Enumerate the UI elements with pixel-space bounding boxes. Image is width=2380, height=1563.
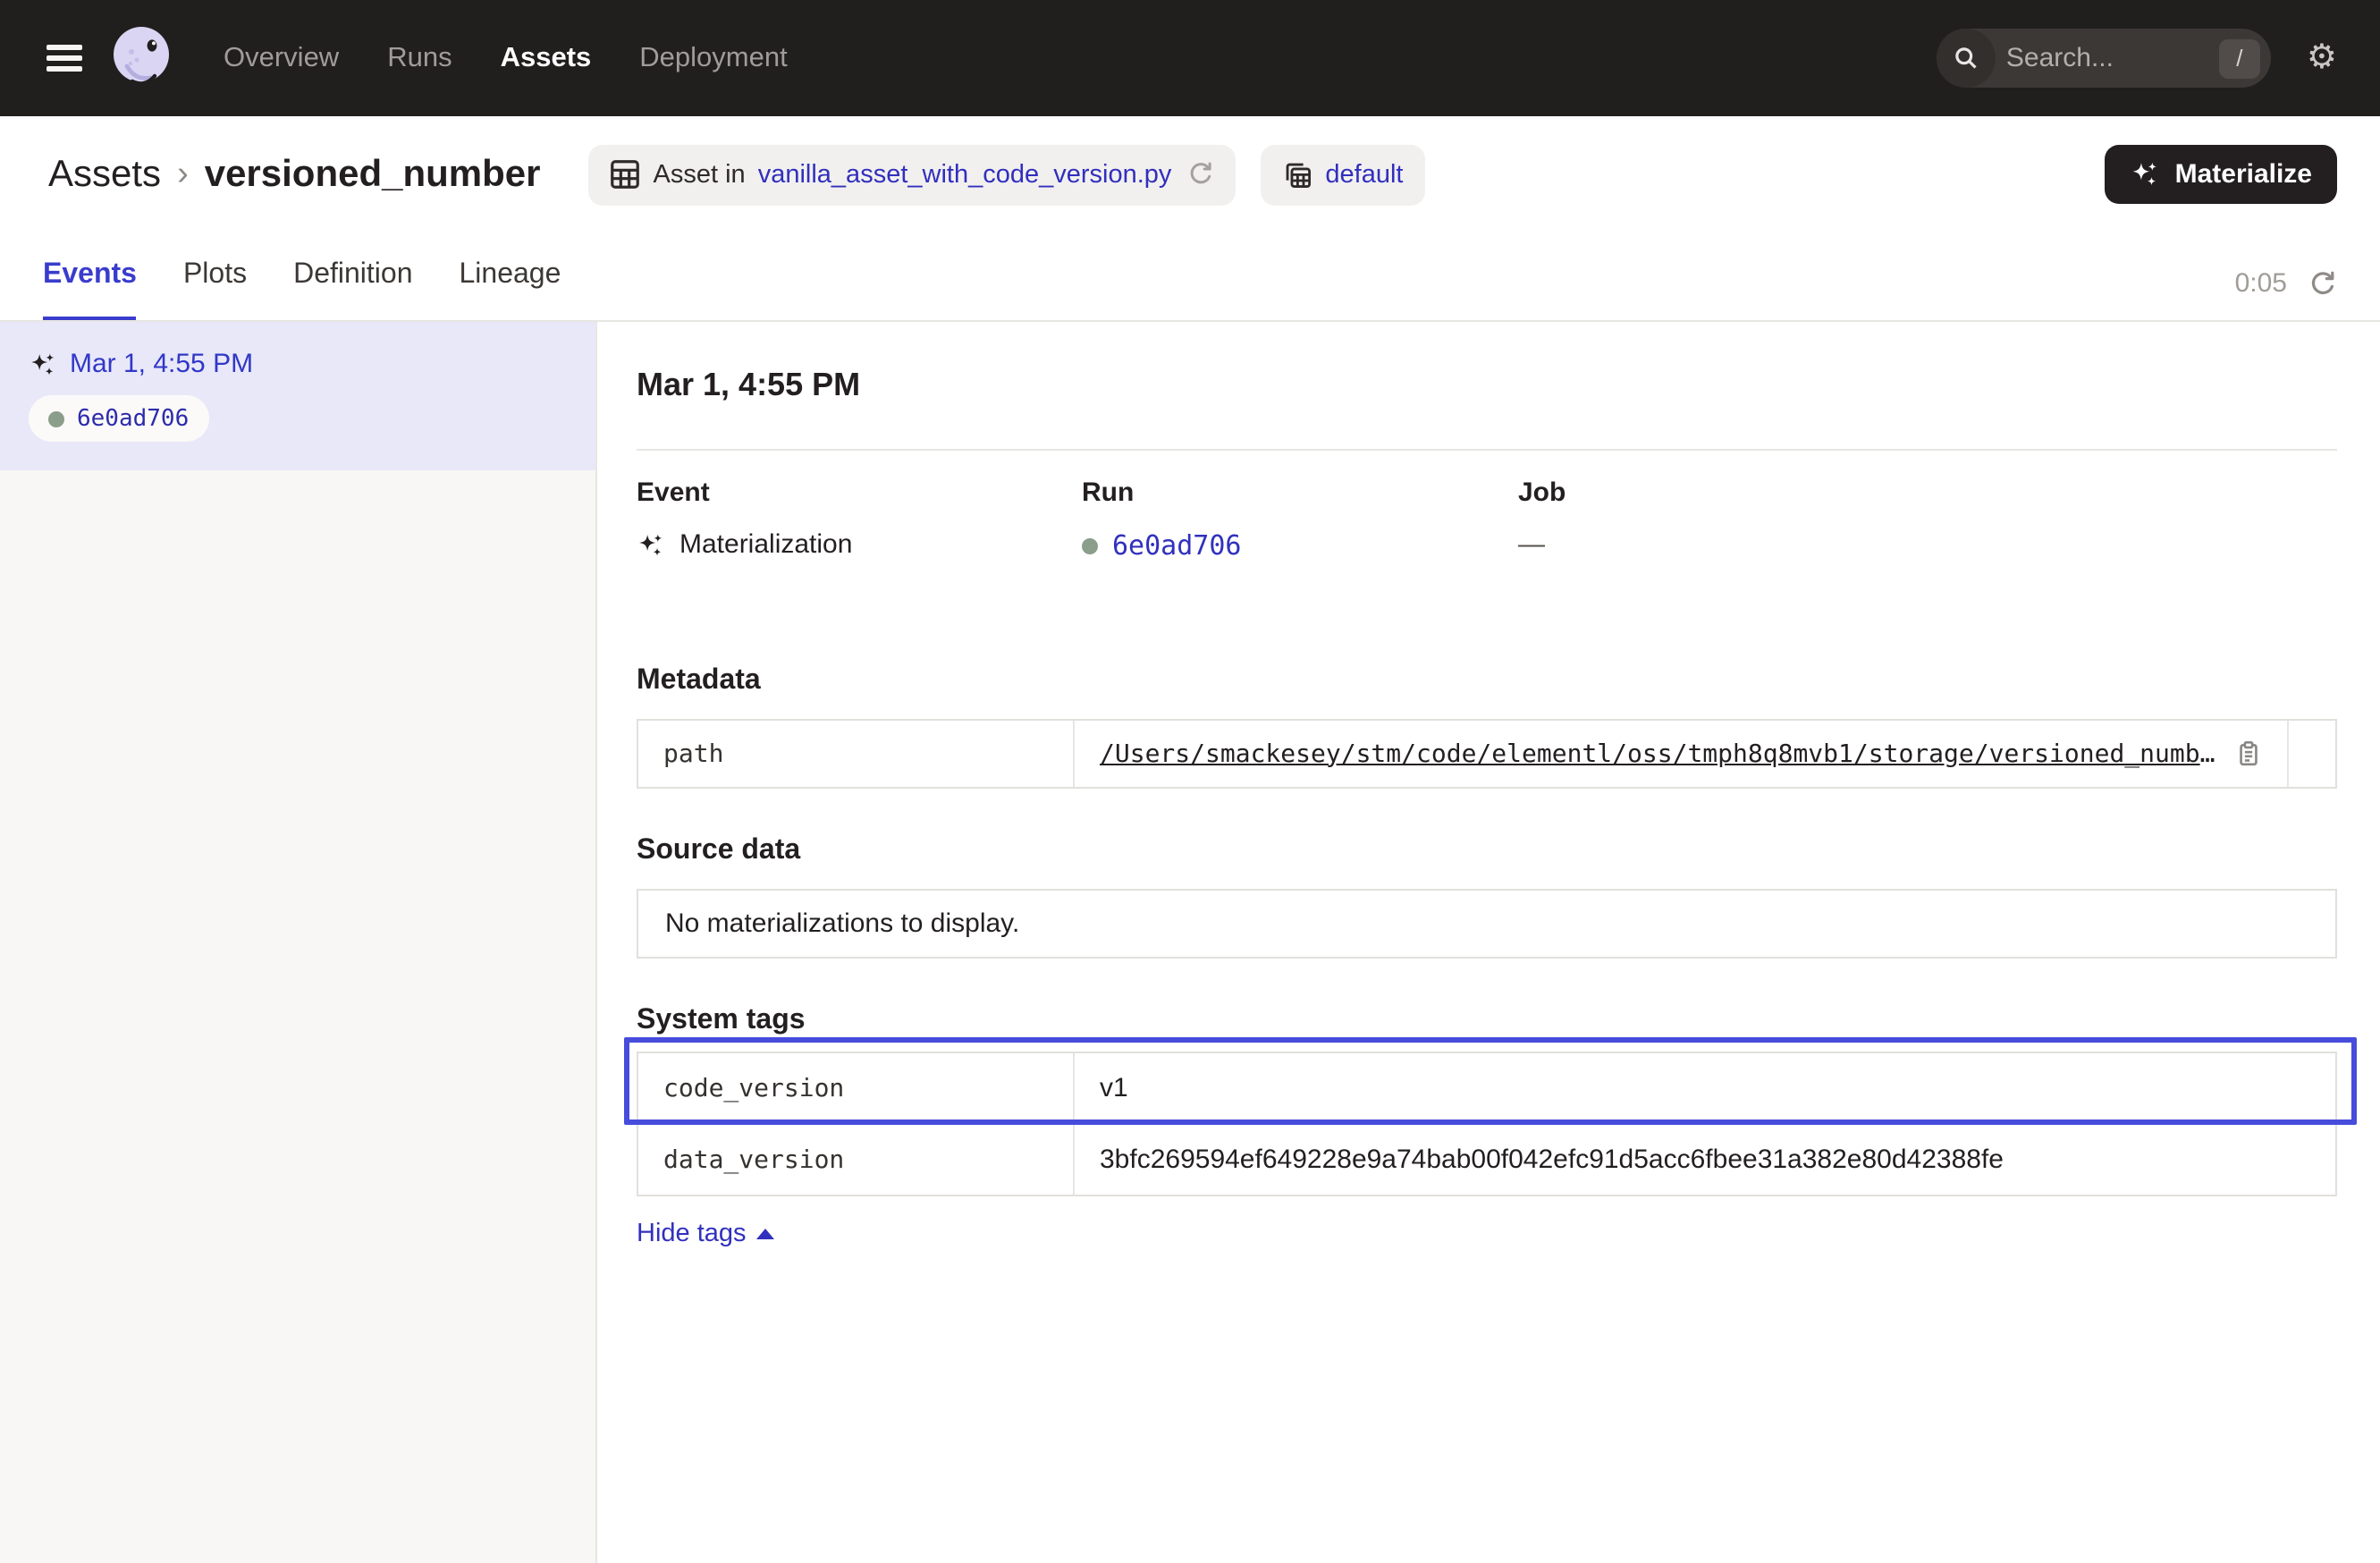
source-data-empty-box: No materializations to display. [637, 889, 2337, 959]
hamburger-menu-icon[interactable] [46, 45, 82, 72]
repository-chip: default [1261, 144, 1424, 205]
table-row-data-version: data_version 3bfc269594ef649228e9a74bab0… [638, 1123, 2335, 1195]
refresh-countdown: 0:05 [2235, 268, 2287, 299]
nav-item-assets[interactable]: Assets [501, 0, 592, 116]
metadata-section: Metadata path /Users/smackesey/stm/code/… [637, 665, 2337, 789]
event-detail-panel: Mar 1, 4:55 PM Event Materialization [597, 322, 2380, 1563]
nav-item-deployment[interactable]: Deployment [639, 0, 787, 116]
search-icon [1937, 29, 1996, 88]
divider [637, 449, 2337, 451]
settings-gear-icon[interactable]: ⚙ [2307, 41, 2337, 75]
metadata-end-cell [2289, 721, 2335, 787]
source-data-heading: Source data [637, 835, 2337, 867]
tag-value: v1 [1075, 1053, 2335, 1123]
job-column: Job — [1518, 477, 2337, 562]
materialization-sparkle-icon [637, 530, 665, 559]
run-column-label: Run [1082, 477, 1518, 508]
reload-definition-icon[interactable] [1187, 161, 1214, 188]
nav-links: Overview Runs Assets Deployment [224, 0, 788, 116]
breadcrumb-assets-link[interactable]: Assets [48, 153, 161, 196]
system-tags-section: System tags code_version v1 data_version… [637, 1005, 2337, 1250]
run-id-link[interactable]: 6e0ad706 [1112, 529, 1242, 562]
refresh-status: 0:05 [2235, 268, 2337, 320]
materialize-button-label: Materialize [2175, 159, 2312, 190]
top-nav: Overview Runs Assets Deployment / ⚙ [0, 0, 2380, 116]
job-empty-value: — [1518, 529, 1545, 560]
events-sidebar: Mar 1, 4:55 PM 6e0ad706 [0, 322, 597, 1563]
metadata-table: path /Users/smackesey/stm/code/elementl/… [637, 719, 2337, 789]
caret-up-icon [757, 1229, 775, 1239]
breadcrumb-asset-name: versioned_number [205, 153, 541, 196]
copy-path-icon[interactable] [2235, 740, 2262, 767]
metadata-value-cell: /Users/smackesey/stm/code/elementl/oss/t… [1075, 721, 2289, 787]
event-summary-grid: Event Materialization Run [637, 477, 2337, 562]
tag-key: code_version [638, 1053, 1075, 1123]
search-box[interactable]: / [1937, 29, 2271, 88]
hide-tags-link[interactable]: Hide tags [637, 1220, 775, 1248]
nav-right: / ⚙ [1937, 29, 2337, 88]
tag-key: data_version [638, 1125, 1075, 1195]
run-id-badge[interactable]: 6e0ad706 [29, 395, 208, 442]
dagster-app: Overview Runs Assets Deployment / ⚙ Asse… [0, 0, 2380, 1563]
header-chips: Asset in vanilla_asset_with_code_version… [589, 144, 1425, 205]
tab-definition[interactable]: Definition [293, 259, 412, 320]
repository-default-link[interactable]: default [1325, 160, 1403, 189]
run-status-dot [48, 410, 64, 427]
event-detail-title: Mar 1, 4:55 PM [637, 367, 2337, 404]
tabs-bar: Events Plots Definition Lineage 0:05 [0, 232, 2380, 322]
tabs: Events Plots Definition Lineage [43, 259, 561, 320]
run-status-dot [1082, 537, 1098, 553]
event-column-label: Event [637, 477, 1082, 508]
tab-lineage[interactable]: Lineage [460, 259, 561, 320]
asset-header: Assets › versioned_number Asset in vanil… [0, 116, 2380, 232]
event-column: Event Materialization [637, 477, 1082, 562]
asset-definition-chip: Asset in vanilla_asset_with_code_version… [589, 144, 1236, 205]
source-data-empty-message: No materializations to display. [665, 908, 1019, 939]
refresh-icon[interactable] [2308, 269, 2337, 298]
breadcrumb-separator: › [177, 155, 189, 194]
sparkle-icon [2131, 159, 2161, 190]
system-tags-heading: System tags [637, 1005, 2337, 1037]
tab-plots[interactable]: Plots [183, 259, 247, 320]
materialization-sparkle-icon [29, 350, 57, 378]
system-tags-table: code_version v1 data_version 3bfc269594e… [637, 1052, 2337, 1196]
event-type-value: Materialization [679, 529, 852, 560]
tag-value: 3bfc269594ef649228e9a74bab00f042efc91d5a… [1075, 1125, 2335, 1195]
metadata-path-link[interactable]: /Users/smackesey/stm/code/elementl/oss/t… [1100, 739, 2219, 768]
event-timestamp: Mar 1, 4:55 PM [70, 349, 253, 379]
job-column-label: Job [1518, 477, 2337, 508]
content-body: Mar 1, 4:55 PM 6e0ad706 Mar 1, 4:55 PM E… [0, 322, 2380, 1563]
asset-definition-file-link[interactable]: vanilla_asset_with_code_version.py [758, 160, 1172, 189]
viewport: Overview Runs Assets Deployment / ⚙ Asse… [0, 0, 2380, 1563]
search-shortcut-badge: / [2219, 38, 2260, 78]
hide-tags-label: Hide tags [637, 1220, 747, 1248]
metadata-heading: Metadata [637, 665, 2337, 697]
materialize-button[interactable]: Materialize [2106, 145, 2337, 204]
run-column: Run 6e0ad706 [1082, 477, 1518, 562]
tab-events[interactable]: Events [43, 259, 137, 320]
dagster-logo-icon[interactable] [105, 21, 177, 96]
table-row-code-version: code_version v1 [638, 1053, 2335, 1123]
search-input[interactable] [1996, 43, 2219, 73]
asset-grid-icon [611, 159, 641, 190]
asset-chip-prefix: Asset in [654, 160, 746, 189]
nav-item-runs[interactable]: Runs [387, 0, 452, 116]
nav-item-overview[interactable]: Overview [224, 0, 339, 116]
repo-grid-icon [1282, 159, 1312, 190]
source-data-section: Source data No materializations to displ… [637, 835, 2337, 959]
run-id-label: 6e0ad706 [77, 405, 189, 432]
metadata-key-path: path [638, 721, 1075, 787]
event-list-item-selected[interactable]: Mar 1, 4:55 PM 6e0ad706 [0, 322, 595, 470]
